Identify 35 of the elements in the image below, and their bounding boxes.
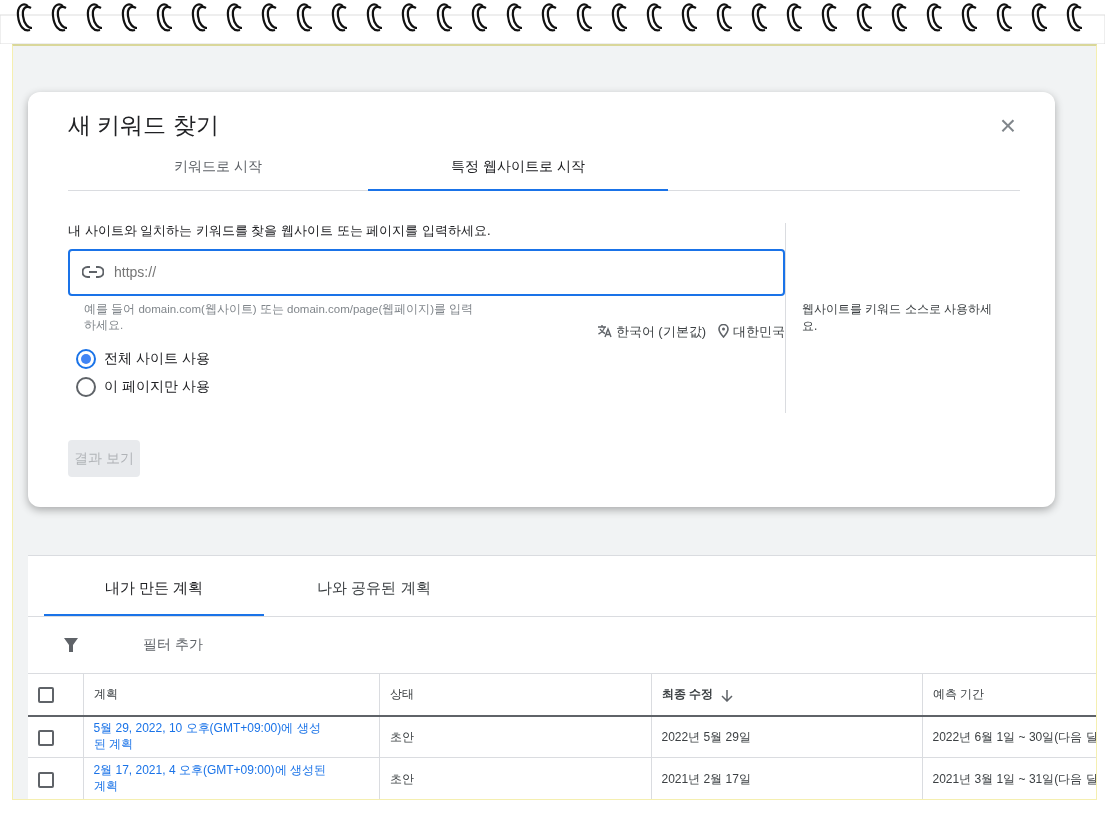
radio-button[interactable] xyxy=(76,377,96,398)
radio-button[interactable] xyxy=(76,349,96,370)
language-text[interactable]: 한국어 (기본값) xyxy=(615,321,706,341)
dialog-title: 새 키워드 찾기 xyxy=(68,112,219,140)
side-note: 웹사이트를 키워드 소스로 사용하세요. xyxy=(802,301,993,335)
instruction-text: 내 사이트와 일치하는 키워드를 찾을 웹사이트 또는 페이지를 입력하세요. xyxy=(68,222,492,240)
table-cell: 초안 xyxy=(389,771,414,786)
plans-tab[interactable]: 내가 만든 계획 xyxy=(44,570,264,616)
location-text[interactable]: 대한민국 xyxy=(733,321,785,341)
dialog-tab[interactable]: 키워드로 시작 xyxy=(68,148,368,191)
column-header[interactable]: 최종 수정 xyxy=(661,687,713,702)
sort-arrow-icon[interactable] xyxy=(720,687,733,702)
checkbox[interactable] xyxy=(38,729,54,746)
plan-link[interactable]: 2월 17, 2021, 4 오후(GMT+09:00)에 생성된 계획 xyxy=(93,762,329,795)
table-cell: 2021년 2월 17일 xyxy=(661,771,751,786)
radio-label[interactable]: 이 페이지만 사용 xyxy=(104,377,210,398)
url-field[interactable]: https:// xyxy=(68,248,785,296)
close-button[interactable]: × xyxy=(995,112,1020,140)
add-filter-button[interactable]: 필터 추가 xyxy=(137,633,209,657)
column-header[interactable]: 상태 xyxy=(389,687,414,702)
radio-label[interactable]: 전체 사이트 사용 xyxy=(104,349,210,370)
plans-tab[interactable]: 나와 공유된 계획 xyxy=(264,570,484,616)
plan-link[interactable]: 5월 29, 2022, 10 오후(GMT+09:00)에 생성된 계획 xyxy=(93,721,329,753)
column-header[interactable]: 예측 기간 xyxy=(932,687,984,702)
column-header[interactable]: 계획 xyxy=(93,687,118,702)
filter-icon[interactable] xyxy=(63,636,79,653)
hint-text: 예를 들어 domain.com(웹사이트) 또는 domain.com/page(웹페이지)를 입력하세요. xyxy=(84,301,475,334)
dialog-tab[interactable]: 특정 웹사이트로 시작 xyxy=(368,148,668,191)
location-pin-icon xyxy=(718,324,729,339)
checkbox[interactable] xyxy=(38,687,54,704)
link-icon xyxy=(82,266,104,278)
checkbox[interactable] xyxy=(38,771,54,788)
table-cell: 2022년 5월 29일 xyxy=(661,730,751,744)
translate-icon xyxy=(596,324,612,339)
table-cell: 초안 xyxy=(389,730,414,744)
